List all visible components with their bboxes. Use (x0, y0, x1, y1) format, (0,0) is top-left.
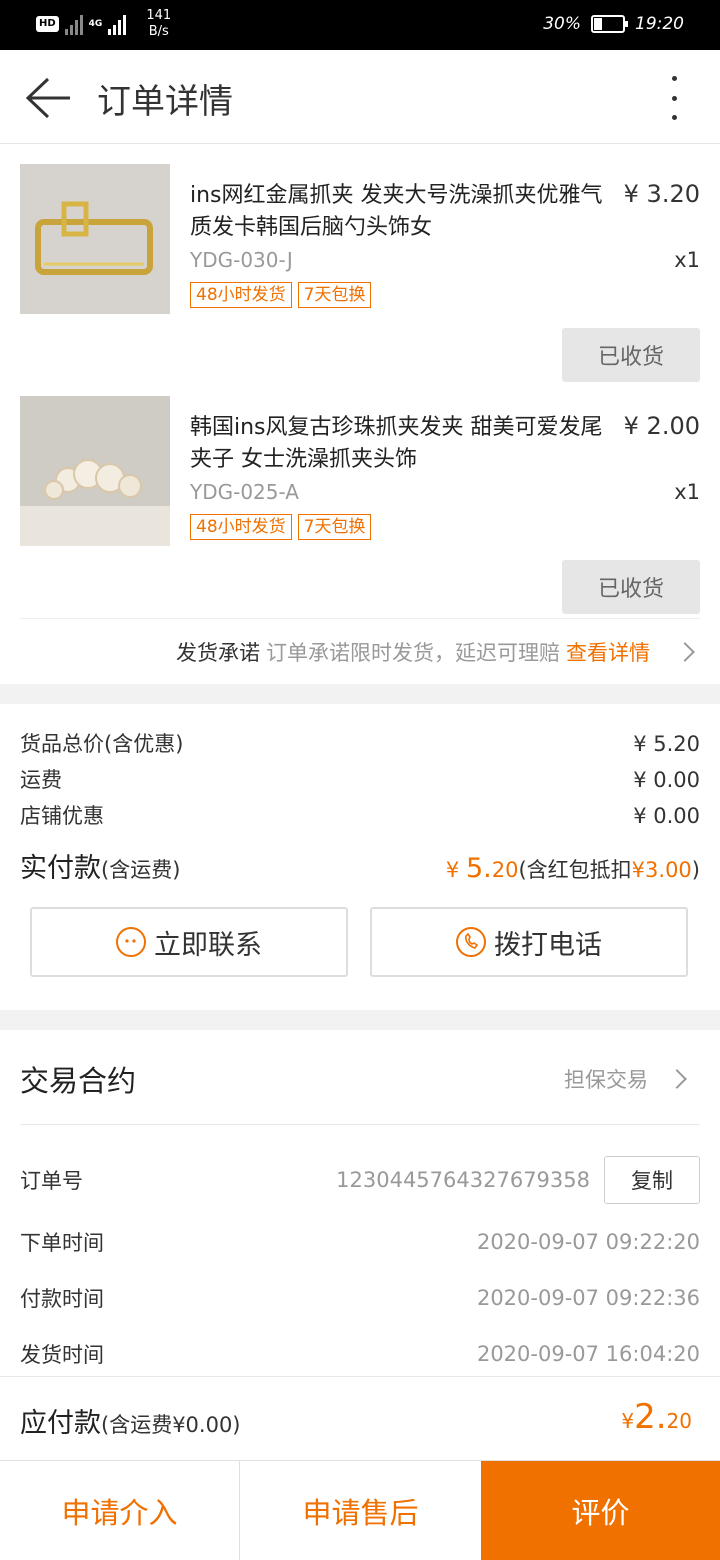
paid-note-prefix: (含红包抵扣 (518, 858, 632, 882)
product-sku: YDG-025-A (190, 480, 299, 504)
battery-icon (591, 15, 628, 33)
product-price: ¥ 2.00 (623, 412, 700, 440)
chevron-right-icon (675, 641, 695, 662)
tag-7day-exchange: 7天包换 (297, 514, 372, 540)
pay-time-row: 付款时间 2020-09-07 09:22:36 (20, 1280, 700, 1316)
clock: 19:20 (635, 14, 684, 34)
product-item[interactable]: ins网红金属抓夹 发夹大号洗澡抓夹优雅气质发卡韩国后脑勺头饰女 ¥ 3.20 … (0, 164, 720, 396)
shipping-promise-row[interactable]: 发货承诺 订单承诺限时发货，延迟可理赔 查看详情 (20, 618, 700, 684)
store-discount-row: 店铺优惠 ¥ 0.00 (20, 800, 700, 830)
order-number: 1230445764327679358 (336, 1168, 590, 1192)
store-discount-value: ¥ 0.00 (633, 804, 700, 828)
more-vertical-icon (671, 76, 677, 81)
payable-bar: 应付款(含运费¥0.00) ¥2.20 (0, 1376, 720, 1460)
battery-percent: 30% (543, 14, 581, 34)
section-divider (0, 1010, 720, 1030)
net-speed-value: 141 (146, 8, 172, 23)
review-button[interactable]: 评价 (481, 1461, 720, 1560)
goods-total-value: ¥ 5.20 (633, 732, 700, 756)
product-sku: YDG-030-J (190, 248, 293, 272)
tag-48h-shipping: 48小时发货 (190, 282, 292, 308)
chat-face-icon (116, 927, 146, 957)
paid-integer: 5. (465, 853, 492, 884)
section-divider (0, 684, 720, 704)
contact-seller-label: 立即联系 (154, 929, 262, 961)
hd-badge: HD (36, 16, 59, 32)
copy-button[interactable]: 复制 (604, 1156, 700, 1204)
page-title: 订单详情 (97, 82, 233, 122)
contract-title: 交易合约 (20, 1064, 137, 1098)
call-label: 拨打电话 (494, 929, 602, 961)
service-tags: 48小时发货 7天包换 (190, 282, 372, 308)
product-name[interactable]: ins网红金属抓夹 发夹大号洗澡抓夹优雅气质发卡韩国后脑勺头饰女 (190, 180, 615, 244)
product-image[interactable] (20, 396, 170, 546)
signal-strong-icon (108, 13, 127, 35)
order-time: 2020-09-07 09:22:20 (476, 1230, 700, 1254)
actual-paid-value: ¥ 5.20(含红包抵扣¥3.00) (445, 853, 700, 884)
order-number-row: 订单号 1230445764327679358 复制 (20, 1156, 700, 1204)
payable-currency: ¥ (621, 1409, 635, 1433)
phone-icon (456, 927, 486, 957)
product-item[interactable]: 韩国ins风复古珍珠抓夹发夹 甜美可爱发尾夹子 女士洗澡抓夹头饰 ¥ 2.00 … (0, 396, 720, 628)
product-qty: x1 (674, 480, 700, 504)
arrow-left-icon (25, 77, 70, 119)
goods-total-label: 货品总价(含优惠) (20, 732, 184, 756)
status-bar: HD 4G 141 B/s 30% 19:20 (0, 0, 720, 50)
payable-decimal: 20 (666, 1409, 692, 1433)
goods-total-row: 货品总价(含优惠) ¥ 5.20 (20, 728, 700, 758)
product-price: ¥ 3.20 (623, 180, 700, 208)
bottom-action-bar: 申请介入 申请售后 评价 (0, 1460, 720, 1560)
apply-after-sale-button[interactable]: 申请售后 (240, 1461, 481, 1560)
shipping-fee-label: 运费 (20, 768, 62, 792)
promise-label: 发货承诺 (176, 640, 260, 665)
tag-48h-shipping: 48小时发货 (190, 514, 292, 540)
status-right: 30% 19:20 (543, 14, 684, 34)
chevron-right-icon (667, 1069, 687, 1089)
app-header: 订单详情 (0, 50, 720, 144)
product-qty: x1 (674, 248, 700, 272)
promise-details-link[interactable]: 查看详情 (566, 637, 650, 667)
shipping-fee-value: ¥ 0.00 (633, 768, 700, 792)
status-left: HD 4G 141 B/s (36, 8, 171, 40)
tag-7day-exchange: 7天包换 (297, 282, 372, 308)
promise-text: 订单承诺限时发货，延迟可理赔 (266, 640, 560, 665)
payable-note: (含运费¥0.00) (101, 1413, 241, 1437)
pay-time: 2020-09-07 09:22:36 (476, 1286, 700, 1310)
net-speed-unit: B/s (148, 24, 169, 39)
store-discount-label: 店铺优惠 (20, 804, 104, 828)
red-packet-amount: ¥3.00 (631, 858, 692, 882)
order-time-label: 下单时间 (20, 1231, 104, 1255)
payable-integer: 2. (634, 1397, 667, 1437)
network-type: 4G (88, 18, 103, 29)
service-tags: 48小时发货 7天包换 (190, 514, 372, 540)
contact-seller-button[interactable]: 立即联系 (30, 907, 348, 977)
ship-time: 2020-09-07 16:04:20 (476, 1342, 700, 1366)
actual-paid-note: (含运费) (101, 858, 181, 882)
more-button[interactable] (664, 76, 684, 120)
divider (20, 1124, 700, 1125)
contract-type: 担保交易 (564, 1068, 648, 1092)
back-button[interactable] (24, 76, 72, 120)
actual-paid-label: 实付款(含运费) (20, 853, 181, 884)
product-name[interactable]: 韩国ins风复古珍珠抓夹发夹 甜美可爱发尾夹子 女士洗澡抓夹头饰 (190, 412, 615, 476)
payable-amount: ¥2.20 (621, 1397, 692, 1437)
apply-intervention-button[interactable]: 申请介入 (0, 1461, 239, 1560)
contract-type-link[interactable]: 担保交易 (564, 1064, 687, 1094)
ship-time-label: 发货时间 (20, 1343, 104, 1367)
signal-icon (64, 13, 83, 35)
shipping-fee-row: 运费 ¥ 0.00 (20, 764, 700, 794)
product-image[interactable] (20, 164, 170, 314)
actual-paid-row: 实付款(含运费) ¥ 5.20(含红包抵扣¥3.00) (20, 846, 700, 885)
order-time-row: 下单时间 2020-09-07 09:22:20 (20, 1224, 700, 1260)
call-button[interactable]: 拨打电话 (370, 907, 688, 977)
pay-time-label: 付款时间 (20, 1287, 104, 1311)
payable-label: 应付款(含运费¥0.00) (20, 1408, 241, 1439)
net-speed: 141 B/s (146, 8, 171, 40)
paid-decimal: 20 (491, 858, 519, 882)
received-button[interactable]: 已收货 (562, 560, 700, 614)
ship-time-row: 发货时间 2020-09-07 16:04:20 (20, 1336, 700, 1372)
paid-currency: ¥ (445, 858, 460, 882)
received-button[interactable]: 已收货 (562, 328, 700, 382)
order-number-label: 订单号 (20, 1169, 83, 1193)
